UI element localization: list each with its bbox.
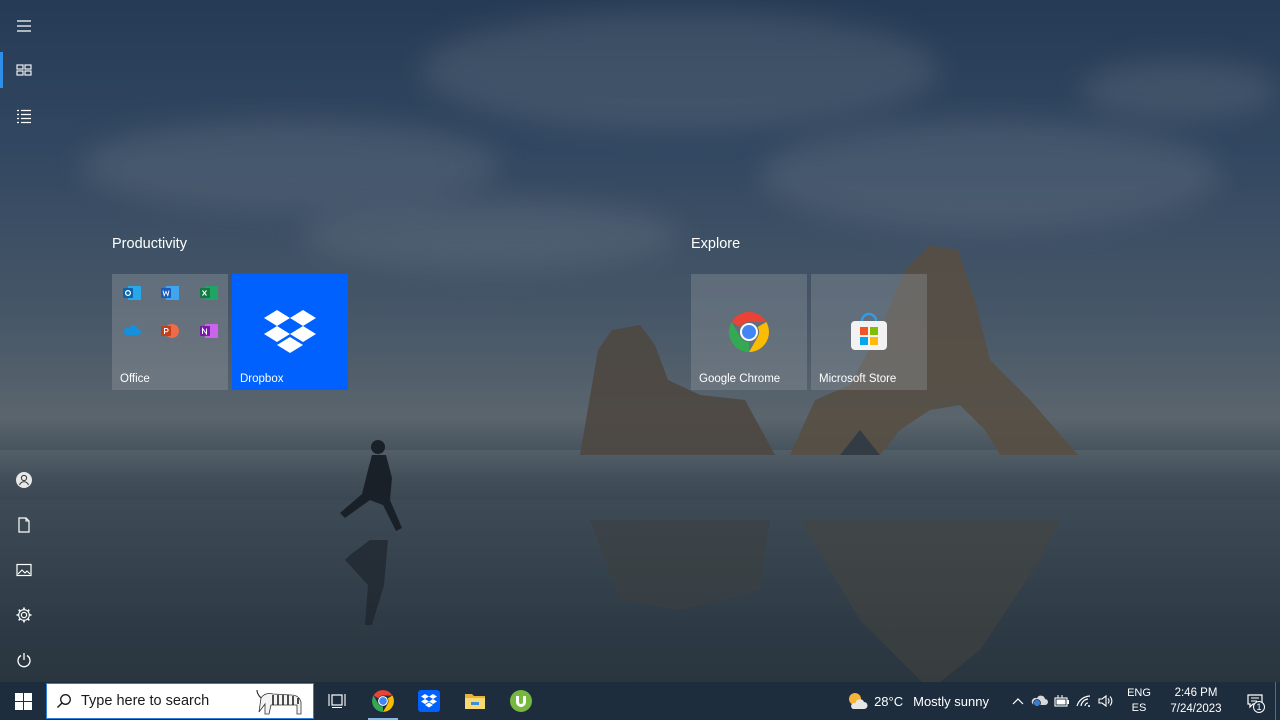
outlook-icon [123, 286, 141, 300]
speaker-volume-icon [1098, 694, 1113, 708]
taskbar: 28°C Mostly sunny ENG ES 2:46 PM 7/24/20… [0, 682, 1280, 720]
taskbar-utorrent-button[interactable] [498, 682, 544, 720]
group-title-explore[interactable]: Explore [691, 236, 740, 252]
tile-microsoft-store[interactable]: Microsoft Store [811, 274, 927, 390]
chrome-icon [372, 690, 394, 712]
search-icon [47, 693, 81, 709]
onedrive-tray-button[interactable] [1029, 682, 1051, 720]
taskbar-search-box[interactable] [46, 683, 314, 719]
notification-count-badge: 1 [1253, 701, 1265, 713]
system-tray: 28°C Mostly sunny ENG ES 2:46 PM 7/24/20… [846, 682, 1280, 720]
tile-office-label: Office [120, 373, 150, 385]
volume-tray-button[interactable] [1095, 682, 1117, 720]
tile-google-chrome[interactable]: Google Chrome [691, 274, 807, 390]
tile-office[interactable]: Office [112, 274, 228, 390]
settings-gear-icon [16, 607, 32, 623]
pinned-tiles-button[interactable] [0, 48, 48, 92]
weather-sun-cloud-icon [849, 693, 868, 709]
user-account-icon [16, 472, 32, 488]
windows-logo-icon [14, 692, 32, 710]
taskbar-clock[interactable]: 2:46 PM 7/24/2023 [1157, 685, 1235, 717]
start-button[interactable] [0, 682, 46, 720]
tile-dropbox[interactable]: Dropbox [232, 274, 348, 390]
group-title-productivity[interactable]: Productivity [112, 236, 187, 252]
word-icon [161, 286, 179, 300]
network-tray-button[interactable] [1073, 682, 1095, 720]
action-center-button[interactable]: 1 [1235, 682, 1275, 720]
excel-icon [200, 286, 218, 300]
documents-icon [18, 517, 30, 533]
task-view-button[interactable] [314, 682, 360, 720]
documents-button[interactable] [0, 503, 48, 547]
pinned-tiles-icon [16, 64, 32, 76]
all-apps-list-icon [17, 109, 31, 124]
taskbar-chrome-button[interactable] [360, 682, 406, 720]
chrome-icon [729, 312, 769, 352]
clock-time: 2:46 PM [1174, 687, 1218, 699]
settings-button[interactable] [0, 593, 48, 637]
power-icon [17, 653, 31, 668]
tile-microsoft-store-label: Microsoft Store [819, 373, 897, 385]
wifi-icon [1076, 695, 1091, 707]
all-apps-button[interactable] [0, 94, 48, 138]
tile-google-chrome-label: Google Chrome [699, 373, 781, 385]
weather-condition: Mostly sunny [913, 693, 989, 709]
onedrive-sync-icon [1031, 695, 1048, 707]
user-account-button[interactable] [0, 458, 48, 502]
task-view-icon [328, 694, 346, 709]
taskbar-dropbox-button[interactable] [406, 682, 452, 720]
hamburger-menu-button[interactable] [0, 4, 48, 48]
file-explorer-icon [465, 694, 485, 709]
search-input[interactable] [81, 693, 251, 709]
hamburger-icon [17, 20, 31, 32]
power-button[interactable] [0, 638, 48, 682]
weather-temperature: 28°C [874, 693, 904, 709]
dropbox-icon [418, 690, 440, 712]
start-menu-rail [0, 0, 48, 682]
show-hidden-icons-button[interactable] [1007, 682, 1029, 720]
tile-dropbox-label: Dropbox [240, 373, 284, 385]
language-code: ENG [1127, 687, 1151, 699]
powerpoint-icon [161, 324, 179, 338]
keyboard-layout-code: ES [1131, 702, 1147, 714]
chevron-up-icon [1012, 698, 1024, 705]
store-icon [851, 312, 887, 350]
input-language-indicator[interactable]: ENG ES [1121, 686, 1157, 716]
onedrive-icon [123, 325, 141, 335]
show-desktop-button[interactable] [1275, 682, 1280, 720]
onenote-icon [200, 324, 218, 338]
dropbox-icon [264, 310, 316, 353]
zebra-search-highlight-icon [256, 689, 302, 715]
taskbar-file-explorer-button[interactable] [452, 682, 498, 720]
pictures-icon [16, 563, 32, 577]
utorrent-icon [510, 690, 532, 712]
weather-widget[interactable]: 28°C Mostly sunny [846, 691, 989, 711]
pictures-button[interactable] [0, 548, 48, 592]
battery-plugged-icon [1054, 695, 1069, 707]
clock-date: 7/24/2023 [1170, 703, 1222, 715]
battery-tray-button[interactable] [1051, 682, 1073, 720]
